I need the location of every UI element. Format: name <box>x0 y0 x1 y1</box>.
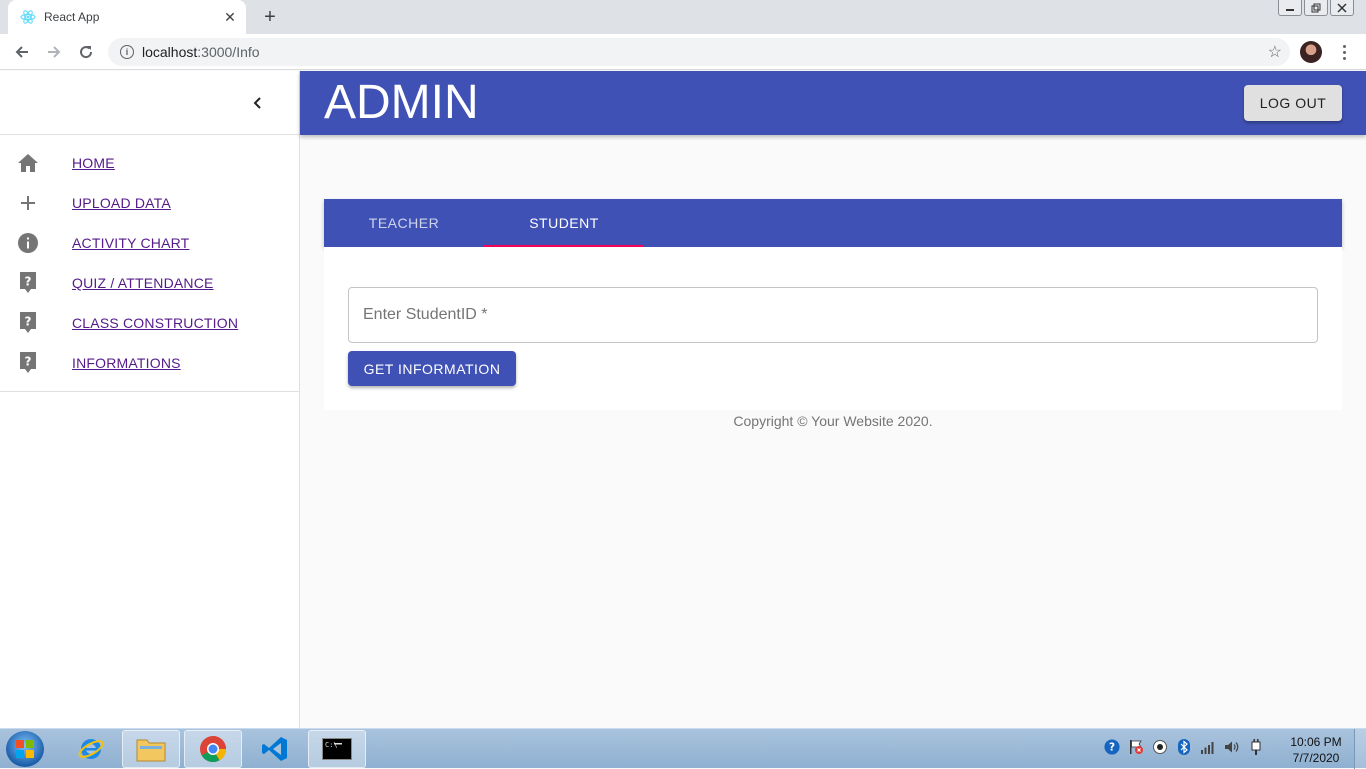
logout-button[interactable]: LOG OUT <box>1244 85 1342 121</box>
sidebar: HOME UPLOAD DATA ACTIVITY CHART ? QUIZ /… <box>0 71 300 728</box>
tab-teacher[interactable]: TEACHER <box>324 199 484 247</box>
sidebar-item-activity-chart[interactable]: ACTIVITY CHART <box>0 223 299 263</box>
restore-icon[interactable] <box>1304 0 1328 16</box>
chrome-icon[interactable] <box>184 730 242 768</box>
show-desktop-button[interactable] <box>1354 729 1366 769</box>
clock-time: 10:06 PM <box>1290 735 1342 749</box>
browser-tabstrip: React App ✕ + <box>0 0 1366 34</box>
sidebar-item-upload-data[interactable]: UPLOAD DATA <box>0 183 299 223</box>
svg-text:C:\: C:\ <box>325 741 338 749</box>
student-id-input[interactable] <box>349 288 1317 342</box>
vscode-icon[interactable] <box>246 730 304 768</box>
copyright-text: Copyright © Your Website 2020. <box>733 413 933 429</box>
tab-student[interactable]: STUDENT <box>484 199 644 247</box>
site-info-icon[interactable]: i <box>120 45 134 59</box>
start-button[interactable] <box>6 731 44 767</box>
tab-title: React App <box>44 10 100 24</box>
svg-text:?: ? <box>25 355 32 369</box>
back-icon[interactable] <box>10 40 34 64</box>
bluetooth-icon[interactable] <box>1176 739 1192 755</box>
windows-logo-icon <box>16 740 34 758</box>
sidebar-item-quiz-attendance[interactable]: ? QUIZ / ATTENDANCE <box>0 263 299 303</box>
url-host: localhost <box>142 44 198 60</box>
network-signal-icon[interactable] <box>1200 739 1216 755</box>
info-icon <box>16 231 40 255</box>
sidebar-header <box>0 71 299 135</box>
sidebar-item-label[interactable]: ACTIVITY CHART <box>72 235 189 251</box>
close-tab-icon[interactable]: ✕ <box>220 7 240 27</box>
action-center-flag-icon[interactable] <box>1128 739 1144 755</box>
sidebar-item-home[interactable]: HOME <box>0 143 299 183</box>
svg-text:?: ? <box>25 315 32 329</box>
browser-tab[interactable]: React App ✕ <box>8 0 246 34</box>
browser-menu-icon[interactable] <box>1336 40 1352 64</box>
app-bar: ADMIN LOG OUT <box>300 71 1366 135</box>
svg-text:?: ? <box>25 275 32 289</box>
new-tab-button[interactable]: + <box>258 6 282 28</box>
react-icon <box>20 9 36 25</box>
volume-icon[interactable] <box>1224 739 1240 755</box>
student-panel: GET INFORMATION <box>324 247 1342 410</box>
student-id-field <box>348 287 1318 343</box>
record-icon[interactable] <box>1152 739 1168 755</box>
sidebar-item-label[interactable]: UPLOAD DATA <box>72 195 171 211</box>
power-plug-icon[interactable] <box>1248 739 1264 755</box>
home-icon <box>16 151 40 175</box>
taskbar: C:\ ? 10:06 PM 7/7/2020 <box>0 728 1366 769</box>
help-icon: ? <box>16 271 40 295</box>
sidebar-item-informations[interactable]: ? INFORMATIONS <box>0 343 299 383</box>
sidebar-item-label[interactable]: HOME <box>72 155 115 171</box>
sidebar-item-label[interactable]: QUIZ / ATTENDANCE <box>72 275 214 291</box>
forward-icon[interactable] <box>42 40 66 64</box>
window-controls <box>1278 0 1354 16</box>
minimize-icon[interactable] <box>1278 0 1302 16</box>
help-icon: ? <box>16 351 40 375</box>
svg-text:?: ? <box>1109 741 1115 754</box>
chevron-left-icon <box>253 97 261 109</box>
help-icon[interactable]: ? <box>1104 739 1120 755</box>
role-tabs: TEACHER STUDENT <box>324 199 1342 247</box>
browser-toolbar: i localhost:3000/Info ☆ <box>0 34 1366 70</box>
reload-icon[interactable] <box>74 40 98 64</box>
sidebar-item-label[interactable]: CLASS CONSTRUCTION <box>72 315 238 331</box>
bookmark-star-icon[interactable]: ☆ <box>1268 42 1282 62</box>
url-path: :3000/Info <box>197 44 260 60</box>
internet-explorer-icon[interactable] <box>62 730 120 768</box>
file-explorer-icon[interactable] <box>122 730 180 768</box>
get-information-button[interactable]: GET INFORMATION <box>348 351 516 386</box>
clock-date: 7/7/2020 <box>1292 751 1340 765</box>
close-window-icon[interactable] <box>1330 0 1354 16</box>
page-title: ADMIN <box>324 76 479 129</box>
sidebar-item-label[interactable]: INFORMATIONS <box>72 355 181 371</box>
collapse-drawer-button[interactable] <box>244 89 272 117</box>
sidebar-menu: HOME UPLOAD DATA ACTIVITY CHART ? QUIZ /… <box>0 135 299 392</box>
profile-avatar[interactable] <box>1300 41 1322 63</box>
system-tray: ? <box>1104 739 1264 755</box>
address-bar[interactable]: i localhost:3000/Info ☆ <box>108 38 1290 66</box>
command-prompt-icon[interactable]: C:\ <box>308 730 366 768</box>
taskbar-clock[interactable]: 10:06 PM 7/7/2020 <box>1288 734 1344 766</box>
plus-icon <box>16 191 40 215</box>
sidebar-item-class-construction[interactable]: ? CLASS CONSTRUCTION <box>0 303 299 343</box>
help-icon: ? <box>16 311 40 335</box>
